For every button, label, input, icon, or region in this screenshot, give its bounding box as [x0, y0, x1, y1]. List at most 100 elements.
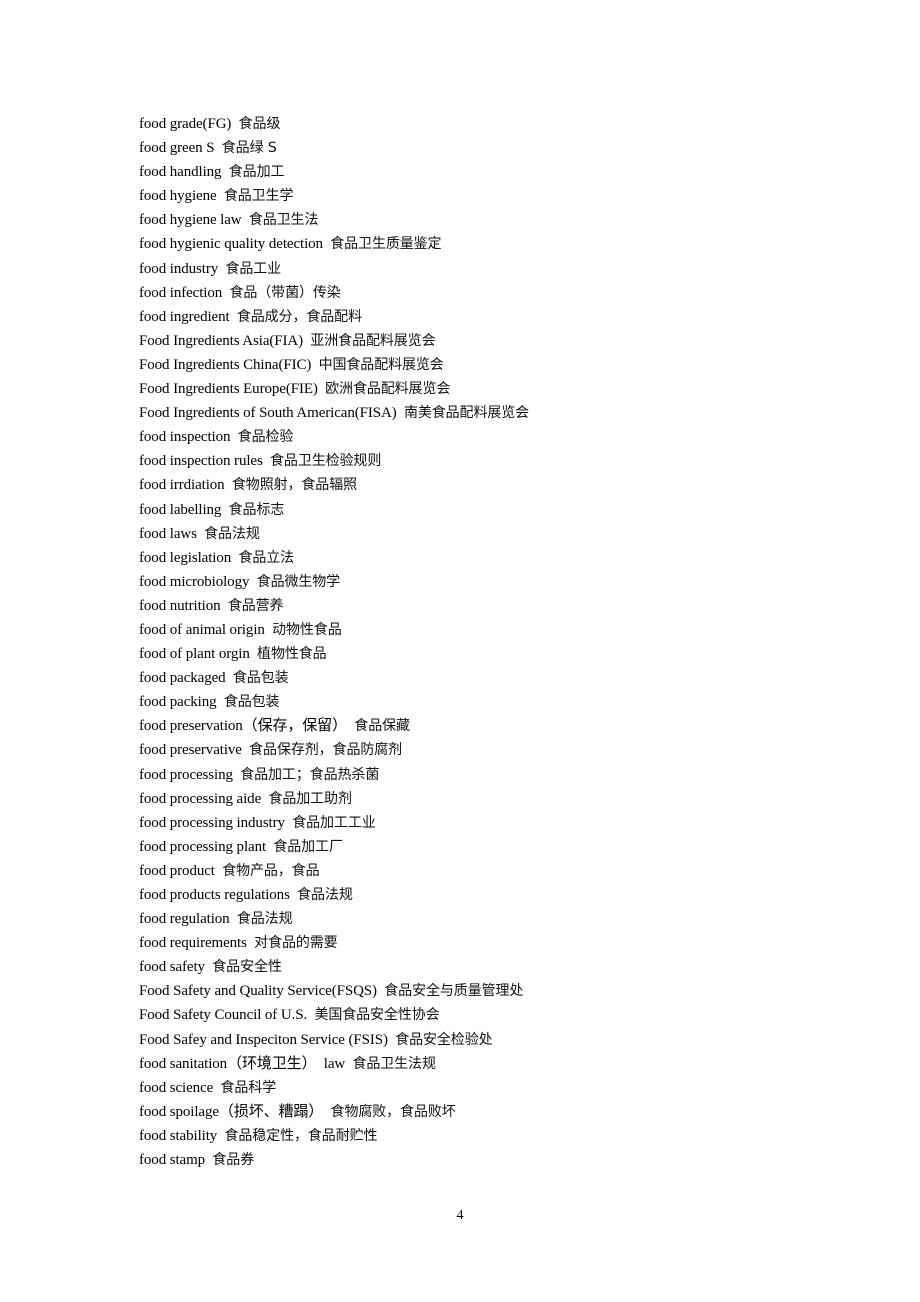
entry-chinese-translation: 食品立法 — [238, 549, 295, 566]
entry-english-term: Food Ingredients Europe(FIE) — [139, 381, 318, 398]
entry-chinese-translation: 食品加工；食品热杀菌 — [240, 766, 380, 783]
glossary-entry: food processing plant 食品加工厂 — [139, 836, 529, 860]
entry-english-term: food ingredient — [139, 308, 230, 325]
glossary-entry: Food Safety Council of U.S. 美国食品安全性协会 — [139, 1004, 529, 1028]
entry-english-term: food inspection rules — [139, 453, 263, 470]
glossary-entry: food inspection 食品检验 — [139, 426, 529, 450]
entry-separator — [323, 1104, 330, 1120]
glossary-entry: food inspection rules 食品卫生检验规则 — [139, 450, 529, 474]
entry-separator — [226, 670, 233, 686]
glossary-entry: food green S 食品绿 S — [139, 137, 529, 161]
entry-english-term: food legislation — [139, 549, 232, 566]
entry-english-term: food preservation（保存，保留） — [139, 718, 347, 735]
entry-chinese-translation: 食品卫生检验规则 — [270, 453, 382, 470]
entry-english-term: food products regulations — [139, 887, 290, 903]
glossary-entry: food products regulations 食品法规 — [139, 884, 529, 908]
entry-chinese-translation: 食品卫生学 — [223, 188, 294, 205]
entry-chinese-translation: 食品检验 — [237, 429, 294, 446]
glossary-entry: food grade(FG) 食品级 — [139, 113, 529, 137]
glossary-entry: food regulation 食品法规 — [139, 908, 529, 932]
entry-separator — [397, 405, 404, 421]
entry-chinese-translation: 食品包装 — [232, 670, 289, 687]
entry-english-term: food hygiene law — [139, 212, 242, 229]
entry-english-term: food stamp — [139, 1152, 206, 1169]
entry-english-term: food packing — [139, 694, 217, 711]
entry-english-term: Food Ingredients Asia(FIA) — [139, 332, 304, 349]
glossary-entry: food laws 食品法规 — [139, 523, 529, 547]
glossary-entry: food preservation（保存，保留） 食品保藏 — [139, 715, 529, 739]
entry-english-term: food hygiene — [139, 188, 217, 205]
glossary-entry: food hygiene law 食品卫生法 — [139, 209, 529, 233]
entry-chinese-translation: 食品安全检验处 — [395, 1031, 493, 1048]
entry-chinese-translation: 欧洲食品配料展览会 — [325, 381, 451, 398]
entry-separator — [221, 598, 228, 614]
entry-chinese-translation: 美国食品安全性协会 — [314, 1007, 440, 1024]
entry-chinese-translation: 食物照射，食品辐照 — [231, 477, 357, 494]
entry-separator — [230, 309, 237, 325]
entry-separator — [265, 622, 272, 638]
entry-chinese-translation: 食品包装 — [223, 694, 280, 711]
entry-english-term: food product — [139, 862, 215, 879]
entry-separator — [250, 646, 257, 662]
entry-separator — [217, 188, 224, 204]
entry-separator — [221, 164, 228, 180]
glossary-entry: Food Ingredients China(FIC) 中国食品配料展览会 — [139, 354, 529, 378]
entry-chinese-translation: 食品标志 — [228, 501, 285, 518]
entry-chinese-translation: 对食品的需要 — [254, 935, 338, 952]
glossary-entry: food science 食品科学 — [139, 1077, 529, 1101]
entry-chinese-translation: 食品法规 — [204, 525, 260, 542]
entry-english-term: food grade(FG) — [139, 116, 232, 132]
document-page: food grade(FG) 食品级 food green S 食品绿 Sfood… — [0, 0, 920, 1302]
glossary-entry: food hygienic quality detection 食品卫生质量鉴定 — [139, 233, 529, 257]
entry-separator — [311, 357, 318, 373]
entry-chinese-translation: 食品加工 — [228, 164, 285, 181]
entry-english-term: food of plant orgin — [139, 646, 250, 663]
entry-english-term: food regulation — [139, 911, 230, 928]
glossary-entry: food processing 食品加工；食品热杀菌 — [139, 764, 529, 788]
entry-separator — [231, 116, 238, 132]
entry-english-term: food processing industry — [139, 814, 285, 831]
glossary-entry: Food Safety and Quality Service(FSQS) 食品… — [139, 980, 529, 1004]
entry-chinese-translation: 食品加工厂 — [273, 838, 343, 855]
entry-chinese-translation: 食品（带菌）传染 — [229, 284, 341, 301]
glossary-entry: food spoilage（损坏、糟蹋） 食物腐败，食品败坏 — [139, 1101, 529, 1125]
entry-english-term: Food Safey and Inspeciton Service (FSIS) — [139, 1031, 388, 1048]
glossary-entry: food handling 食品加工 — [139, 161, 529, 185]
entry-chinese-translation: 食品卫生质量鉴定 — [330, 236, 442, 253]
entry-chinese-translation: 食品保存剂，食品防腐剂 — [249, 742, 403, 759]
entry-chinese-translation: 食物腐败，食品败坏 — [330, 1103, 456, 1120]
entry-chinese-translation: 食品营养 — [227, 597, 284, 614]
entry-english-term: food hygienic quality detection — [139, 236, 323, 253]
entry-english-term: food infection — [139, 284, 223, 301]
entry-chinese-translation: 食品级 — [238, 116, 281, 132]
entry-separator — [225, 477, 232, 493]
glossary-entry: food microbiology 食品微生物学 — [139, 571, 529, 595]
entry-chinese-translation: 食品加工助剂 — [268, 790, 352, 807]
entry-separator — [249, 574, 256, 590]
entry-chinese-translation: 食品加工工业 — [292, 814, 376, 831]
entry-chinese-translation: 食物产品，食品 — [222, 862, 320, 879]
glossary-entry: food requirements 对食品的需要 — [139, 932, 529, 956]
entry-english-term: Food Safety Council of U.S. — [139, 1007, 308, 1024]
glossary-entry: food processing industry 食品加工工业 — [139, 812, 529, 836]
entry-english-term: food processing — [139, 766, 233, 783]
entry-separator — [221, 502, 228, 518]
entry-separator — [242, 212, 249, 228]
entry-english-term: food nutrition — [139, 597, 221, 614]
entry-english-term: food laws — [139, 525, 197, 542]
glossary-entry: food processing aide 食品加工助剂 — [139, 788, 529, 812]
entry-english-term: food processing plant — [139, 838, 267, 855]
entry-english-term: food handling — [139, 164, 222, 181]
entry-english-term: food green S — [139, 140, 215, 157]
entry-chinese-translation: 食品安全与质量管理处 — [384, 983, 524, 1000]
glossary-entry: food stability 食品稳定性，食品耐贮性 — [139, 1125, 529, 1149]
entry-separator — [213, 1080, 220, 1096]
entry-separator — [230, 911, 237, 927]
entry-english-term: food processing aide — [139, 790, 262, 807]
entry-english-term: food stability — [139, 1127, 218, 1144]
entry-chinese-translation: 亚洲食品配料展览会 — [310, 332, 436, 349]
entry-english-term: food spoilage（损坏、糟蹋） — [139, 1103, 324, 1120]
entry-chinese-translation: 食品安全性 — [212, 959, 282, 976]
glossary-entry: food industry 食品工业 — [139, 258, 529, 282]
glossary-entry: food ingredient 食品成分，食品配料 — [139, 306, 529, 330]
